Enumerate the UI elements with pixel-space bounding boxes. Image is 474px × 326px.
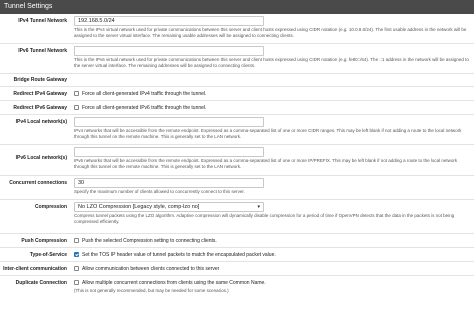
push-compression-text: Push the selected Compression setting to… [82, 237, 217, 244]
push-compression-row: Push Compression Push the selected Compr… [0, 234, 474, 248]
redirect-ipv4-row: Redirect IPv4 Gateway Force all client-g… [0, 87, 474, 101]
inter-client-text: Allow communication between clients conn… [82, 265, 220, 272]
ipv4-local-help: IPv4 networks that will be accessible fr… [74, 128, 462, 140]
ipv6-tunnel-row: IPv6 Tunnel Network This is the IPv6 vir… [0, 44, 474, 74]
compression-row: Compression No LZO Compression [Legacy s… [0, 200, 474, 234]
duplicate-text: Allow multiple concurrent connections fr… [82, 279, 266, 286]
ipv6-local-label: IPv6 Local network(s) [15, 155, 67, 161]
compression-label: Compression [35, 204, 67, 210]
compression-help: Compress tunnel packets using the LZO al… [74, 213, 455, 225]
ipv4-local-input[interactable] [74, 117, 264, 127]
tos-checkbox[interactable] [74, 252, 79, 257]
duplicate-label: Duplicate Connection [15, 280, 67, 286]
duplicate-help: (This is not generally recommended, but … [74, 288, 229, 293]
redirect-ipv4-checkbox[interactable] [74, 91, 79, 96]
ipv4-local-label: IPv4 Local network(s) [15, 119, 67, 125]
bridge-gateway-label: Bridge Route Gateway [13, 77, 67, 83]
tos-text: Set the TOS IP header value of tunnel pa… [82, 251, 276, 258]
ipv6-tunnel-input[interactable] [74, 46, 264, 56]
push-compression-label: Push Compression [21, 237, 67, 244]
concurrent-input[interactable]: 30 [74, 178, 264, 188]
ipv4-tunnel-help: This is the IPv4 virtual network used fo… [74, 27, 467, 39]
tunnel-settings-panel: Tunnel Settings IPv4 Tunnel Network 192.… [0, 0, 474, 296]
ipv6-tunnel-help: This is the IPv6 virtual network used fo… [74, 57, 469, 69]
push-compression-checkbox[interactable] [74, 238, 79, 243]
inter-client-label: Inter-client communication [3, 265, 67, 272]
inter-client-row: Inter-client communication Allow communi… [0, 262, 474, 276]
ipv6-local-row: IPv6 Local network(s) IPv6 networks that… [0, 145, 474, 176]
concurrent-row: Concurrent connections 30 Specify the ma… [0, 176, 474, 200]
redirect-ipv4-text: Force all client-generated IPv4 traffic … [82, 90, 207, 97]
redirect-ipv6-text: Force all client-generated IPv6 traffic … [82, 104, 207, 111]
ipv4-tunnel-input[interactable]: 192.168.5.0/24 [74, 16, 264, 26]
inter-client-checkbox[interactable] [74, 266, 79, 271]
tos-label: Type-of-Service [29, 251, 67, 258]
ipv4-local-row: IPv4 Local network(s) IPv4 networks that… [0, 115, 474, 145]
chevron-down-icon: ▾ [257, 204, 260, 210]
redirect-ipv6-row: Redirect IPv6 Gateway Force all client-g… [0, 101, 474, 115]
ipv6-tunnel-label: IPv6 Tunnel Network [18, 48, 67, 54]
ipv6-local-input[interactable] [74, 147, 264, 157]
duplicate-checkbox[interactable] [74, 280, 79, 285]
compression-selected-value: No LZO Compression [Legacy style, comp-l… [78, 204, 200, 210]
panel-title: Tunnel Settings [0, 0, 474, 14]
ipv4-tunnel-row: IPv4 Tunnel Network 192.168.5.0/24 This … [0, 14, 474, 44]
compression-select[interactable]: No LZO Compression [Legacy style, comp-l… [74, 202, 264, 212]
concurrent-help: Specify the maximum number of clients al… [74, 189, 245, 194]
ipv6-local-help: IPv6 networks that will be accessible fr… [74, 158, 458, 170]
concurrent-label: Concurrent connections [9, 180, 67, 186]
redirect-ipv4-label: Redirect IPv4 Gateway [13, 90, 67, 97]
ipv4-tunnel-label: IPv4 Tunnel Network [18, 18, 67, 24]
redirect-ipv6-checkbox[interactable] [74, 105, 79, 110]
duplicate-row: Duplicate Connection Allow multiple conc… [0, 276, 474, 296]
bridge-gateway-row: Bridge Route Gateway [0, 74, 474, 87]
redirect-ipv6-label: Redirect IPv6 Gateway [13, 104, 67, 111]
tos-row: Type-of-Service Set the TOS IP header va… [0, 248, 474, 262]
